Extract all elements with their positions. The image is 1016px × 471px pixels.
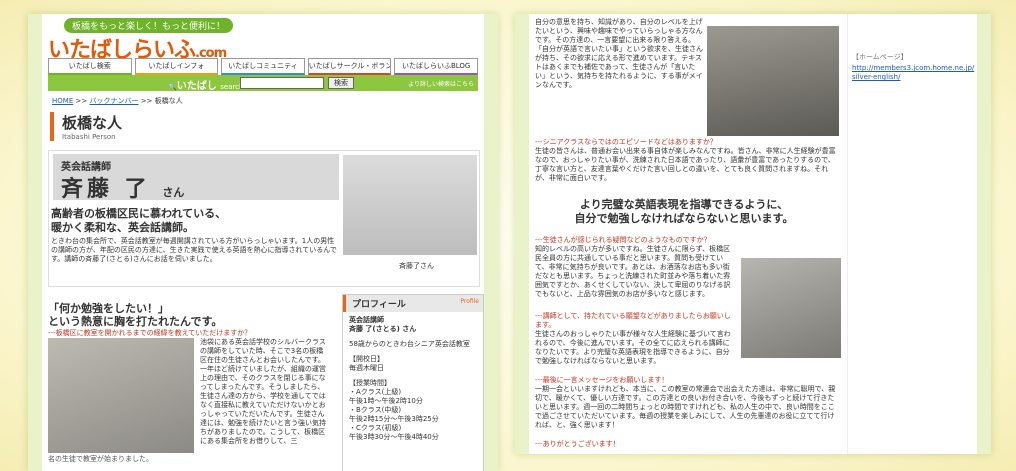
closing-text: ---ありがとうございます！ xyxy=(535,440,620,448)
profile-heading: プロフィール Profile xyxy=(343,295,483,312)
answer-text: 池袋にある英会話学校のシルバークラスの講師をしていた時、そこで3名の板橋区在住の… xyxy=(200,338,326,445)
search-input[interactable] xyxy=(240,77,324,89)
lesson-photo xyxy=(707,26,839,136)
teacher-photo xyxy=(741,258,841,358)
nav-item-search[interactable]: いたばし検索 xyxy=(48,58,132,76)
answer-2: 生徒の皆さんは、普通お会い出来る事自体が楽しみなんですね。皆さん、非常に人生経験… xyxy=(535,147,836,182)
page-title: 板橋な人 Itabashi Person xyxy=(50,112,122,141)
section-title: 「何か勉強をしたい！」 という熱意に胸を打たれたんです。 xyxy=(48,302,223,328)
hero-body: ときわ台の集会所で、英会話教室が毎週開講されている方がいらっしゃいます。1人の男… xyxy=(51,237,337,263)
question-text: ---板橋区に教室を開かれるまでの経緯を教えていただけますか？ xyxy=(48,329,252,337)
intro-text: 自分の意思を持ち、知識があり、自分のレベルを上げたいという、興味や趣味でやってい… xyxy=(535,18,703,89)
answer-4: 生徒さんのおっしゃりたい事が様々な人生経験に基づいて言われるので、今後に進んでい… xyxy=(535,330,731,365)
question-2: ---シニアクラスならではのエピソードなどはありますか？ xyxy=(535,138,717,146)
tagline: 板橋をもっと楽しく！もっと便利に！ xyxy=(64,18,234,33)
name-box: 英会話講師 斉藤 了 さん xyxy=(53,154,339,202)
right-page: 自分の意思を持ち、知識があり、自分のレベルを上げたいという、興味や趣味でやってい… xyxy=(515,14,991,454)
nav-item-circle[interactable]: いたばしサークル・ボランティア xyxy=(307,58,392,76)
section-headline-2: より完璧な英語表現を指導できるように、 自分で勉強しなければならないと思います。 xyxy=(574,198,794,225)
person-name: 斉藤 了 さん xyxy=(61,177,185,202)
left-page: 板橋をもっと楽しく！もっと便利に！ いたばしらいふ.com いたばし検索 いたば… xyxy=(28,14,498,471)
profile-body: 英会話講師 斉藤 了(さとる) さん 58歳からのときわ台シニア英会話教室 【開校… xyxy=(349,316,470,441)
classroom-photo xyxy=(48,338,194,453)
search-button[interactable]: 検索 xyxy=(328,77,354,89)
photo-caption: 斉藤了さん xyxy=(399,262,434,270)
breadcrumb-current: 板橋な人 xyxy=(154,97,183,105)
search-bar: 🔍いたばし search 検索 より詳しい検索はこちら xyxy=(48,75,478,92)
answer-continuation: 名の生徒で教室が始まりました。 xyxy=(48,455,153,463)
nav-item-blog[interactable]: いたばしらいふBLOG xyxy=(394,58,478,76)
hero-headline: 高齢者の板橋区民に慕われている、 暖かく柔和な、英会話講師。 xyxy=(51,207,227,234)
profile-box: プロフィール Profile 英会話講師 斉藤 了(さとる) さん 58歳からのとき… xyxy=(342,294,484,471)
search-icon: 🔍 xyxy=(168,83,177,91)
nav-item-community[interactable]: いたばしコミュニティ xyxy=(221,58,305,76)
global-nav: いたばし検索 いたばしインフォ いたばしコミュニティ いたばしサークル・ボランテ… xyxy=(48,58,478,76)
question-5: ---最後に一言メッセージをお願いします！ xyxy=(535,376,669,384)
answer-3: 知的レベルの高い方が多いですね。生徒さんに限らず、板橋区民全員の方に共通している… xyxy=(535,245,731,298)
nav-item-info[interactable]: いたばしインフォ xyxy=(134,58,219,76)
hero-section: 英会話講師 斉藤 了 さん 斉藤了さん 高齢者の板橋区民に慕われている、 暖かく… xyxy=(48,150,480,287)
breadcrumb-back[interactable]: バックナンバー xyxy=(89,97,138,105)
homepage-link[interactable]: http://members3.jcom.home.ne.jp/silver-e… xyxy=(852,64,976,82)
question-3: ---生徒さんが感じられる疑問などのようなものですか？ xyxy=(535,236,711,244)
advanced-search-link[interactable]: より詳しい検索はこちら xyxy=(408,79,474,88)
breadcrumb: HOME >> バックナンバー >> 板橋な人 xyxy=(52,97,183,105)
homepage-label: 【ホームページ】 xyxy=(852,53,908,61)
answer-5: 一期一会といいますけれども、本当に、この教室の常連会で出会えた方達は、非常に聡明… xyxy=(535,385,836,429)
right-sidebar: 【ホームページ】 http://members3.jcom.home.ne.jp… xyxy=(847,14,976,454)
person-photo xyxy=(343,155,477,255)
question-4: ---講師として、持たれている願望などがありましたらお願いします。 xyxy=(535,312,731,329)
breadcrumb-home[interactable]: HOME xyxy=(52,97,73,105)
search-brand: 🔍いたばし search xyxy=(168,81,244,92)
